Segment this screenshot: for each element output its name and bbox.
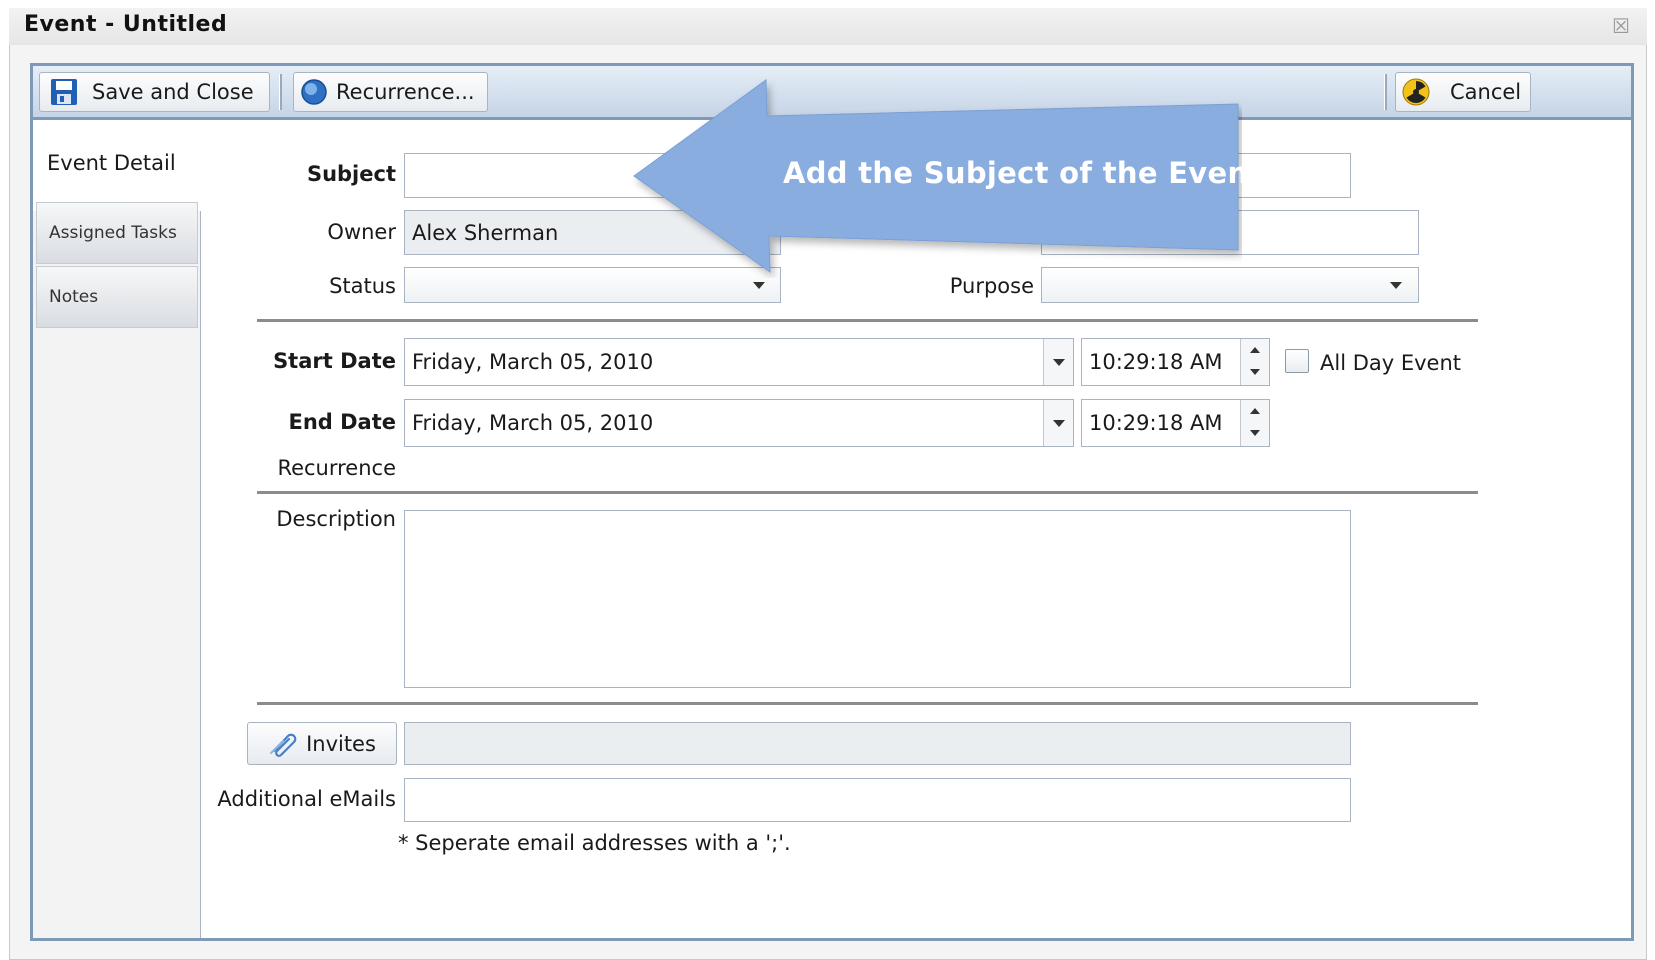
invites-label: Invites	[306, 731, 376, 756]
spin-down-icon[interactable]	[1250, 430, 1260, 436]
tab-notes[interactable]: Notes	[36, 266, 198, 328]
callout-text: Add the Subject of the Event.	[783, 156, 1274, 190]
chevron-down-icon	[1390, 282, 1402, 289]
floppy-disk-icon	[50, 78, 78, 106]
toolbar-separator	[279, 74, 282, 110]
start-time-value: 10:29:18 AM	[1089, 350, 1223, 374]
email-separator-hint: * Seperate email addresses with a ';'.	[398, 831, 791, 855]
recurrence-field-label: Recurrence	[277, 456, 396, 480]
tab-assigned-tasks[interactable]: Assigned Tasks	[36, 202, 198, 264]
all-day-label: All Day Event	[1320, 351, 1462, 375]
toolbar-separator	[1384, 74, 1387, 110]
save-and-close-label: Save and Close	[92, 80, 254, 104]
additional-emails-label: Additional eMails	[217, 787, 396, 811]
chevron-down-icon	[1053, 359, 1065, 366]
end-date-value: Friday, March 05, 2010	[412, 411, 654, 435]
start-date-label: Start Date	[273, 349, 396, 373]
all-day-checkbox[interactable]	[1285, 349, 1309, 373]
cancel-button[interactable]: Cancel	[1395, 72, 1531, 112]
window-title: Event - Untitled	[24, 12, 228, 37]
start-date-picker[interactable]: Friday, March 05, 2010	[404, 338, 1074, 386]
save-and-close-button[interactable]: Save and Close	[39, 72, 270, 112]
description-textarea[interactable]	[404, 510, 1351, 688]
start-time-spinner[interactable]	[1240, 339, 1269, 385]
subject-label: Subject	[306, 162, 396, 186]
spin-up-icon[interactable]	[1250, 347, 1260, 353]
end-time-spinner[interactable]	[1240, 400, 1269, 446]
end-time-value: 10:29:18 AM	[1089, 411, 1223, 435]
recurrence-label: Recurrence...	[336, 80, 475, 104]
end-date-picker[interactable]: Friday, March 05, 2010	[404, 399, 1074, 447]
chevron-down-icon	[753, 282, 765, 289]
section-divider	[257, 491, 1478, 494]
title-bar	[9, 8, 1647, 45]
chevron-down-icon	[1053, 420, 1065, 427]
end-date-dropdown-button[interactable]	[1043, 400, 1073, 446]
attachment-paperclip-icon	[268, 731, 298, 757]
owner-label: Owner	[327, 220, 396, 244]
additional-emails-input[interactable]	[404, 778, 1351, 822]
invites-field[interactable]	[404, 722, 1351, 765]
tab-event-detail[interactable]: Event Detail	[33, 123, 202, 211]
description-label: Description	[276, 507, 396, 531]
start-date-dropdown-button[interactable]	[1043, 339, 1073, 385]
end-time-input[interactable]: 10:29:18 AM	[1081, 399, 1270, 447]
status-label: Status	[329, 274, 396, 298]
spin-down-icon[interactable]	[1250, 369, 1260, 375]
recurrence-button[interactable]: Recurrence...	[293, 72, 488, 112]
start-time-input[interactable]: 10:29:18 AM	[1081, 338, 1270, 386]
end-date-label: End Date	[288, 410, 396, 434]
cancel-label: Cancel	[1450, 80, 1522, 104]
spin-up-icon[interactable]	[1250, 408, 1260, 414]
start-date-value: Friday, March 05, 2010	[412, 350, 654, 374]
section-divider	[257, 702, 1478, 705]
recurrence-globe-icon	[300, 78, 328, 106]
section-divider	[257, 319, 1478, 322]
invites-button[interactable]: Invites	[247, 722, 397, 765]
close-icon[interactable]: ☒	[1612, 14, 1630, 38]
radiation-cancel-icon	[1402, 78, 1430, 106]
